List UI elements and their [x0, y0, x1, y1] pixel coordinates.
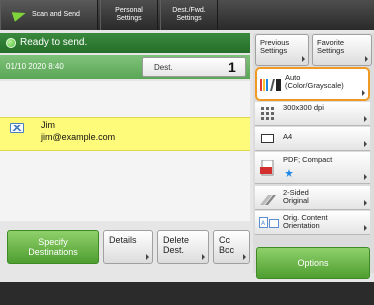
tab-personal-settings[interactable]: Personal Settings	[100, 0, 158, 30]
bottom-status-bar	[0, 282, 374, 305]
two-sided-value: 2-Sided Original	[283, 188, 309, 205]
dest-label: Dest.	[154, 63, 173, 72]
destination-list	[0, 81, 250, 221]
details-button[interactable]: Details	[103, 230, 153, 264]
delete-dest-button[interactable]: Delete Dest.	[157, 230, 209, 264]
specify-destinations-button[interactable]: Specify Destinations	[7, 230, 99, 264]
options-button[interactable]: Options	[256, 247, 370, 279]
two-sided-original-setting[interactable]: 2-Sided Original	[255, 186, 370, 210]
file-format-value: PDF; Compact	[283, 155, 333, 164]
tab-personal-settings-label: Personal Settings	[115, 7, 143, 22]
delete-dest-button-label: Delete Dest.	[163, 235, 190, 255]
file-format-setting[interactable]: PDF; Compact	[255, 152, 370, 184]
previous-settings-button[interactable]: Previous Settings	[255, 34, 309, 66]
favorite-settings-button[interactable]: Favorite Settings	[312, 34, 372, 66]
previous-settings-label: Previous Settings	[260, 38, 290, 55]
color-mode-setting[interactable]: Auto (Color/Grayscale)	[255, 67, 370, 101]
datetime: 01/10 2020 8:40	[6, 62, 64, 71]
dropdown-arrow-icon	[146, 254, 149, 260]
ready-status-icon	[6, 38, 16, 48]
orientation-icon: A	[259, 217, 279, 228]
favorite-settings-label: Favorite Settings	[317, 38, 345, 55]
tab-scan-and-send-label: Scan and Send	[32, 11, 80, 18]
tab-scan-and-send[interactable]: Scan and Send	[0, 0, 98, 30]
top-tab-bar: Scan and Send Personal Settings Dest./Fw…	[0, 0, 374, 30]
resolution-setting[interactable]: 300x300 dpi	[255, 102, 370, 126]
dropdown-arrow-icon	[302, 56, 305, 62]
dropdown-arrow-icon	[364, 174, 367, 180]
status-message: Ready to send.	[20, 37, 88, 48]
scan-size-setting[interactable]: A4	[255, 127, 370, 151]
tab-dest-fwd-settings[interactable]: Dest./Fwd. Settings	[160, 0, 218, 30]
cc-bcc-button-label: Cc Bcc	[219, 235, 235, 255]
details-button-label: Details	[109, 235, 137, 245]
dest-count: 1	[228, 59, 236, 75]
dropdown-arrow-icon	[362, 90, 365, 96]
dropdown-arrow-icon	[365, 56, 368, 62]
paper-size-icon	[261, 134, 274, 143]
send-arrow-icon	[11, 8, 28, 22]
destination-email: jim@example.com	[41, 132, 116, 142]
dropdown-arrow-icon	[364, 225, 367, 231]
orientation-value: Orig. Content Orientation	[283, 213, 328, 230]
dropdown-arrow-icon	[364, 116, 367, 122]
scan-size-value: A4	[283, 132, 293, 141]
compact-star-icon	[285, 169, 293, 177]
destination-name: Jim	[41, 120, 55, 130]
dropdown-arrow-icon	[202, 254, 205, 260]
resolution-value: 300x300 dpi	[283, 103, 324, 112]
email-address-icon	[10, 123, 24, 133]
destination-row[interactable]	[0, 117, 250, 151]
orientation-setting[interactable]: A Orig. Content Orientation	[255, 211, 370, 235]
dropdown-arrow-icon	[243, 254, 246, 260]
color-mode-value: Auto (Color/Grayscale)	[285, 73, 344, 90]
two-sided-icon	[260, 195, 276, 205]
tab-dest-fwd-settings-label: Dest./Fwd. Settings	[172, 7, 206, 22]
resolution-icon	[261, 107, 274, 120]
color-mode-icon	[260, 79, 281, 91]
dropdown-arrow-icon	[364, 200, 367, 206]
cc-bcc-button[interactable]: Cc Bcc	[213, 230, 250, 264]
dropdown-arrow-icon	[364, 141, 367, 147]
pdf-file-icon	[260, 160, 274, 176]
